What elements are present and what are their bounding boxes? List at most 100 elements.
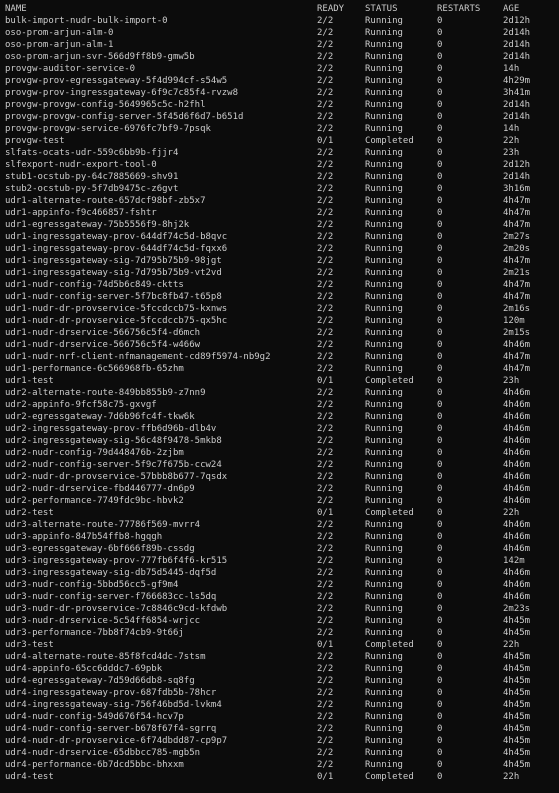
pod-restarts: 0 xyxy=(437,424,443,434)
table-row: udr3-egressgateway-6bf666f89b-cssdg 2/2 Ru… xyxy=(0,543,559,555)
pod-restarts: 0 xyxy=(437,376,443,386)
pod-restarts: 0 xyxy=(437,232,443,242)
table-row: udr1-nudr-nrf-client-nfmanagement-cd89f5… xyxy=(0,351,559,363)
terminal-window[interactable]: NAME READY STATUS RESTARTS AGE bulk-impo… xyxy=(0,0,559,793)
pod-status: Completed xyxy=(365,772,414,782)
pod-restarts: 0 xyxy=(437,724,443,734)
table-row: provgw-prov-egressgateway-5f4d994cf-s54w… xyxy=(0,75,559,87)
table-row: udr4-alternate-route-85f8fcd4dc-7stsm 2/2… xyxy=(0,651,559,663)
pod-age: 4h46m xyxy=(503,400,531,410)
pod-restarts: 0 xyxy=(437,208,443,218)
pod-restarts: 0 xyxy=(437,328,443,338)
pod-name: udr4-nudr-drservice-65dbbcc785-mgb5n xyxy=(5,748,201,758)
table-row: udr4-egressgateway-7d59d66db8-sq8fg 2/2 Ru… xyxy=(0,675,559,687)
pod-restarts: 0 xyxy=(437,580,443,590)
pod-ready: 2/2 xyxy=(317,340,334,350)
pod-age: 2d14h xyxy=(503,40,531,50)
pod-name: oso-prom-arjun-alm-1 xyxy=(5,40,114,50)
table-row: udr3-ingressgateway-prov-777fb6f4f6-kr51… xyxy=(0,555,559,567)
pod-age: 22h xyxy=(503,640,520,650)
pod-restarts: 0 xyxy=(437,40,443,50)
pod-restarts: 0 xyxy=(437,244,443,254)
pod-age: 4h45m xyxy=(503,724,531,734)
table-row: udr1-ingressgateway-prov-644df74c5d-fqxx… xyxy=(0,243,559,255)
pod-age: 4h45m xyxy=(503,760,531,770)
pod-age: 2d14h xyxy=(503,28,531,38)
pod-name: udr4-ingressgateway-prov-687fdb5b-78hcr xyxy=(5,688,217,698)
table-row: udr4-ingressgateway-sig-756f46bd5d-lvkm4… xyxy=(0,699,559,711)
pod-status: Running xyxy=(365,16,403,26)
pod-ready: 2/2 xyxy=(317,664,334,674)
pod-status: Running xyxy=(365,256,403,266)
pod-age: 4h46m xyxy=(503,520,531,530)
pod-restarts: 0 xyxy=(437,304,443,314)
pod-ready: 2/2 xyxy=(317,160,334,170)
pod-restarts: 0 xyxy=(437,112,443,122)
pod-name: udr3-egressgateway-6bf666f89b-cssdg xyxy=(5,544,195,554)
pod-name: udr3-nudr-config-server-f766683cc-ls5dq xyxy=(5,592,217,602)
pod-name: udr2-nudr-drservice-fbd446777-dn6p9 xyxy=(5,484,195,494)
pod-age: 4h45m xyxy=(503,628,531,638)
pod-ready: 2/2 xyxy=(317,364,334,374)
pod-name: udr1-nudr-dr-provservice-5fccdccb75-qx5h… xyxy=(5,316,228,326)
pod-age: 4h45m xyxy=(503,700,531,710)
pod-age: 2d14h xyxy=(503,100,531,110)
pod-name: provgw-test xyxy=(5,136,65,146)
pod-ready: 2/2 xyxy=(317,700,334,710)
pod-name: udr1-nudr-config-74d5b6c849-cktts xyxy=(5,280,184,290)
table-row: oso-prom-arjun-alm-1 2/2 Running 0 2d14h xyxy=(0,39,559,51)
pod-status: Running xyxy=(365,124,403,134)
pod-restarts: 0 xyxy=(437,628,443,638)
table-row: udr2-ingressgateway-prov-ffb6d96b-dlb4v 2… xyxy=(0,423,559,435)
pod-age: 22h xyxy=(503,136,520,146)
pod-ready: 2/2 xyxy=(317,760,334,770)
pod-age: 4h47m xyxy=(503,196,531,206)
pod-ready: 2/2 xyxy=(317,112,334,122)
table-row: udr1-nudr-config-74d5b6c849-cktts 2/2 Runn… xyxy=(0,279,559,291)
pod-ready: 2/2 xyxy=(317,556,334,566)
pod-ready: 2/2 xyxy=(317,268,334,278)
pod-restarts: 0 xyxy=(437,172,443,182)
pod-age: 23h xyxy=(503,148,520,158)
pod-name: udr2-test xyxy=(5,508,54,518)
pod-name: udr3-nudr-dr-provservice-7c8846c9cd-kfdw… xyxy=(5,604,228,614)
pod-restarts: 0 xyxy=(437,676,443,686)
table-row: udr2-egressgateway-7d6b96fc4f-tkw6k 2/2 Ru… xyxy=(0,411,559,423)
pod-status: Running xyxy=(365,316,403,326)
table-row: provgw-provgw-service-6976fc7bf9-7psqk 2/… xyxy=(0,123,559,135)
pod-restarts: 0 xyxy=(437,568,443,578)
pod-ready: 2/2 xyxy=(317,64,334,74)
table-row: udr3-nudr-drservice-5c54ff6854-wrjcc 2/2 R… xyxy=(0,615,559,627)
pod-age: 2m27s xyxy=(503,232,531,242)
pod-restarts: 0 xyxy=(437,772,443,782)
pod-ready: 2/2 xyxy=(317,712,334,722)
pod-ready: 0/1 xyxy=(317,508,334,518)
table-row: udr3-ingressgateway-sig-db75d5445-dqf5d 2… xyxy=(0,567,559,579)
pod-restarts: 0 xyxy=(437,100,443,110)
pod-name: provgw-prov-ingressgateway-6f9c7c85f4-rv… xyxy=(5,88,238,98)
pod-restarts: 0 xyxy=(437,592,443,602)
pod-status: Running xyxy=(365,544,403,554)
table-row: udr4-nudr-dr-provservice-6f74dbdd87-cp9p… xyxy=(0,735,559,747)
pod-age: 22h xyxy=(503,772,520,782)
pod-name: udr3-test xyxy=(5,640,54,650)
pod-status: Completed xyxy=(365,376,414,386)
pod-age: 2m23s xyxy=(503,604,531,614)
pod-status: Running xyxy=(365,724,403,734)
pod-ready: 2/2 xyxy=(317,304,334,314)
pod-status: Running xyxy=(365,664,403,674)
header-age: AGE xyxy=(503,4,520,14)
pod-restarts: 0 xyxy=(437,688,443,698)
table-row: udr4-performance-6b7dcd5bbc-bhxxm 2/2 Runn… xyxy=(0,759,559,771)
pod-restarts: 0 xyxy=(437,184,443,194)
pod-name: udr2-nudr-dr-provservice-57bbb8b677-7qsd… xyxy=(5,472,228,482)
pod-status: Completed xyxy=(365,640,414,650)
pod-restarts: 0 xyxy=(437,388,443,398)
pod-status: Completed xyxy=(365,508,414,518)
pod-ready: 2/2 xyxy=(317,76,334,86)
pod-name: provgw-provgw-service-6976fc7bf9-7psqk xyxy=(5,124,211,134)
table-row: udr1-appinfo-f9c466857-fshtr 2/2 Running 0 4… xyxy=(0,207,559,219)
pod-age: 4h47m xyxy=(503,280,531,290)
pod-restarts: 0 xyxy=(437,448,443,458)
pod-ready: 2/2 xyxy=(317,448,334,458)
